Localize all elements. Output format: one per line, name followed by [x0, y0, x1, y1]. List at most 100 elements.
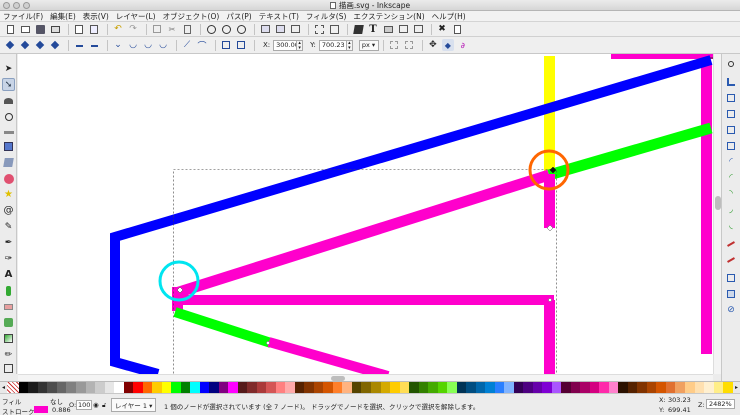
palette-swatch[interactable] — [485, 382, 495, 393]
clone-icon[interactable] — [274, 23, 286, 35]
layers-icon[interactable] — [382, 23, 394, 35]
close-window-button[interactable] — [3, 2, 10, 9]
calligraphy-tool-icon[interactable]: ✑ — [2, 252, 15, 265]
magenta-lower-vertical-path[interactable] — [544, 300, 555, 374]
snap-bbox-corner-icon[interactable] — [725, 124, 737, 136]
3d-box-tool-icon[interactable] — [2, 156, 15, 169]
redo-icon[interactable]: ↷ — [127, 23, 139, 35]
palette-swatch[interactable] — [466, 382, 476, 393]
palette-swatch[interactable] — [133, 382, 143, 393]
snap-grid-icon[interactable] — [725, 288, 737, 300]
vertical-scrollbar[interactable] — [713, 54, 721, 374]
layer-lock-icon[interactable]: 🔓︎ — [102, 401, 106, 410]
palette-swatch[interactable] — [694, 382, 705, 393]
palette-swatch[interactable] — [37, 382, 48, 393]
opacity-field[interactable]: 100 — [76, 400, 93, 410]
minimize-window-button[interactable] — [13, 2, 20, 9]
palette-swatch[interactable] — [409, 382, 419, 393]
palette-swatch[interactable] — [199, 382, 210, 393]
menu-help[interactable]: ヘルプ(H) — [432, 11, 466, 22]
y-coordinate-stepper[interactable]: ▴ ▾ — [346, 39, 353, 51]
palette-scroll-left-icon[interactable]: ◂ — [0, 382, 7, 393]
menu-edit[interactable]: 編集(E) — [50, 11, 76, 22]
save-document-icon[interactable] — [34, 23, 46, 35]
object-to-path-icon[interactable] — [220, 39, 232, 51]
new-document-icon[interactable] — [4, 23, 16, 35]
drawing-canvas[interactable] — [18, 54, 713, 374]
palette-swatch[interactable] — [209, 382, 219, 393]
palette-swatch[interactable] — [380, 382, 391, 393]
palette-swatch[interactable] — [95, 382, 105, 393]
node-auto-icon[interactable]: ◡ — [157, 39, 169, 51]
paint-bucket-tool-icon[interactable] — [2, 316, 15, 329]
node-symmetric-icon[interactable]: ◡ — [142, 39, 154, 51]
magenta-horizontal-path[interactable] — [176, 295, 554, 305]
cut-icon[interactable]: ✂ — [166, 23, 178, 35]
palette-swatch[interactable] — [142, 382, 153, 393]
xml-editor-icon[interactable] — [397, 23, 409, 35]
snap-page-border-icon[interactable] — [725, 272, 737, 284]
palette-swatch[interactable] — [542, 382, 552, 393]
palette-swatch[interactable] — [332, 382, 343, 393]
pen-tool-icon[interactable]: ✒ — [2, 236, 15, 249]
palette-swatch[interactable] — [599, 382, 609, 393]
duplicate-icon[interactable] — [259, 23, 271, 35]
stroke-color-swatch[interactable] — [34, 406, 48, 413]
magenta-top-path[interactable] — [611, 54, 713, 59]
palette-swatch[interactable] — [627, 382, 638, 393]
show-path-outline-icon[interactable]: ∂ — [457, 39, 469, 51]
palette-swatch[interactable] — [66, 382, 76, 393]
palette-swatch[interactable] — [266, 382, 276, 393]
palette-swatch[interactable] — [685, 382, 695, 393]
palette-swatch[interactable] — [171, 382, 181, 393]
layer-visibility-icon[interactable]: ◉ — [93, 401, 99, 409]
unit-select[interactable]: px ▾ — [358, 39, 379, 51]
palette-swatch[interactable] — [247, 382, 257, 393]
x-coordinate-stepper[interactable]: ▴ ▾ — [297, 39, 304, 51]
edit-clipping-path-icon[interactable] — [388, 39, 400, 51]
measure-tool-icon[interactable] — [2, 126, 15, 139]
palette-swatch[interactable] — [218, 382, 229, 393]
zoom-page-icon[interactable] — [235, 23, 247, 35]
open-document-icon[interactable] — [19, 23, 31, 35]
zoom-tool-icon[interactable] — [2, 110, 15, 123]
palette-swatch[interactable] — [618, 382, 628, 393]
node-smooth-icon[interactable]: ◡ — [127, 39, 139, 51]
palette-swatch[interactable] — [561, 382, 571, 393]
yellow-path[interactable] — [544, 56, 555, 173]
zoom-window-button[interactable] — [23, 2, 30, 9]
palette-menu-icon[interactable]: ▸ — [733, 382, 740, 393]
text-font-icon[interactable]: T — [367, 23, 379, 35]
copy-icon[interactable] — [151, 23, 163, 35]
delete-node-icon[interactable] — [19, 39, 31, 51]
palette-swatch[interactable] — [114, 382, 124, 393]
palette-swatch[interactable] — [513, 382, 524, 393]
palette-swatch[interactable] — [370, 382, 381, 393]
stroke-width-value[interactable]: 0.886 — [52, 406, 71, 414]
y-coordinate-field[interactable]: 700.23 — [318, 39, 347, 51]
eraser-tool-icon[interactable] — [2, 300, 15, 313]
snap-nodes-icon[interactable]: ◜ — [725, 156, 737, 168]
palette-swatch[interactable] — [304, 382, 314, 393]
palette-swatch[interactable] — [608, 382, 619, 393]
menu-layer[interactable]: レイヤー(L) — [116, 11, 156, 22]
edit-mask-icon[interactable] — [403, 39, 415, 51]
snap-bbox-icon[interactable] — [725, 92, 737, 104]
snap-cusp-icon[interactable]: ◞ — [725, 204, 737, 216]
insert-node-icon[interactable] — [4, 39, 16, 51]
menu-view[interactable]: 表示(V) — [83, 11, 109, 22]
ungroup-icon[interactable] — [328, 23, 340, 35]
ellipse-tool-icon[interactable] — [2, 172, 15, 185]
delete-segment-icon[interactable] — [88, 39, 100, 51]
x-coordinate-field[interactable]: 300.00 — [273, 39, 298, 51]
align-distribute-icon[interactable] — [412, 23, 424, 35]
palette-swatch[interactable] — [637, 382, 647, 393]
document-properties-icon[interactable] — [451, 23, 463, 35]
palette-swatch[interactable] — [85, 382, 96, 393]
node-tool-icon[interactable]: ➘ — [2, 78, 15, 91]
palette-swatch[interactable] — [104, 382, 115, 393]
show-bezier-handles-icon[interactable]: ◆ — [441, 39, 454, 51]
dropper-tool-icon[interactable]: ✏ — [2, 348, 15, 361]
palette-swatch[interactable] — [47, 382, 57, 393]
palette-swatch[interactable] — [399, 382, 410, 393]
